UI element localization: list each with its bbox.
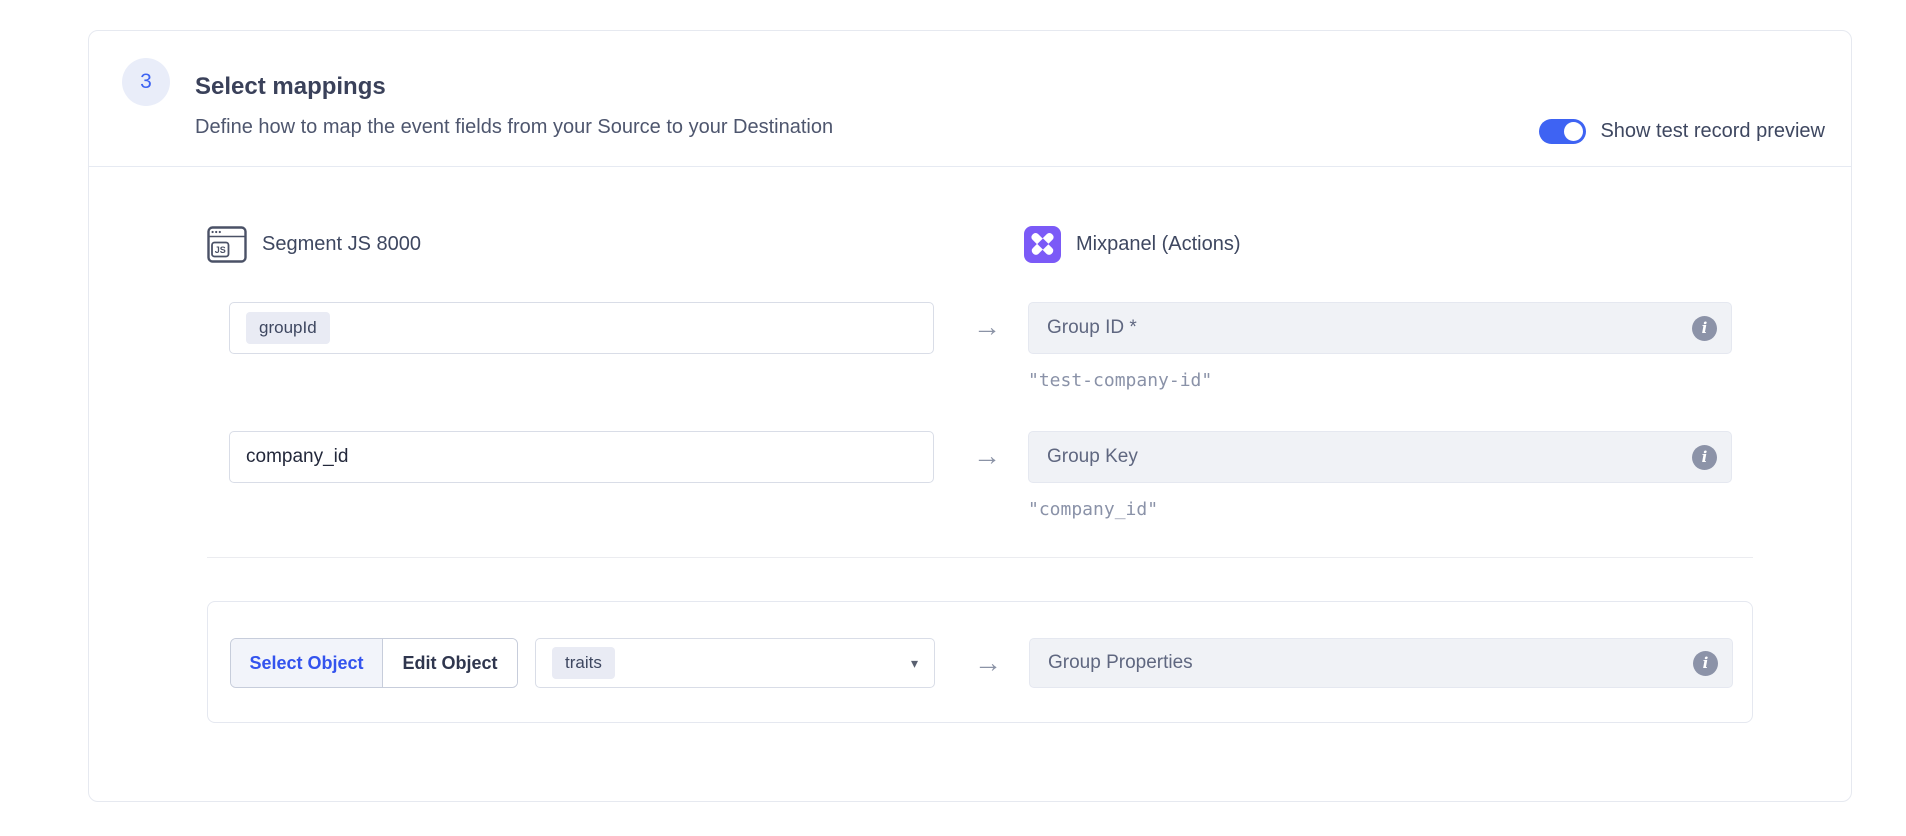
destination-field: Group Properties i bbox=[1029, 638, 1733, 688]
destination-field-label: Group ID * bbox=[1047, 317, 1692, 339]
section-divider bbox=[207, 557, 1753, 558]
step-number-badge: 3 bbox=[122, 58, 170, 106]
toggle-knob bbox=[1564, 122, 1583, 141]
destination-field-label: Group Key bbox=[1047, 446, 1692, 468]
source-column-header: JS Segment JS 8000 bbox=[207, 223, 421, 265]
edit-object-button[interactable]: Edit Object bbox=[383, 639, 517, 687]
object-mode-segmented-control: Select Object Edit Object bbox=[230, 638, 518, 688]
source-field-input[interactable]: groupId bbox=[229, 302, 934, 354]
mapping-row: groupId → Group ID * i bbox=[89, 302, 1851, 354]
show-test-record-preview-toggle[interactable] bbox=[1539, 119, 1586, 144]
destination-field: Group ID * i bbox=[1028, 302, 1732, 354]
info-icon[interactable]: i bbox=[1692, 445, 1717, 470]
info-icon[interactable]: i bbox=[1693, 651, 1718, 676]
destination-name: Mixpanel (Actions) bbox=[1076, 233, 1241, 256]
object-source-token: traits bbox=[552, 647, 615, 679]
source-field-text: company_id bbox=[246, 446, 348, 468]
destination-field-label: Group Properties bbox=[1048, 652, 1693, 674]
destination-field: Group Key i bbox=[1028, 431, 1732, 483]
test-record-preview-value: "company_id" bbox=[1028, 499, 1158, 520]
destination-column-header: Mixpanel (Actions) bbox=[1024, 223, 1241, 265]
source-name: Segment JS 8000 bbox=[262, 233, 421, 256]
source-field-token: groupId bbox=[246, 312, 330, 344]
object-source-dropdown[interactable]: traits ▾ bbox=[535, 638, 935, 688]
arrow-right-icon: → bbox=[951, 302, 1023, 354]
test-record-preview-value: "test-company-id" bbox=[1028, 370, 1212, 391]
toggle-label: Show test record preview bbox=[1600, 120, 1825, 143]
segment-js-browser-icon: JS bbox=[207, 226, 247, 263]
svg-text:JS: JS bbox=[215, 245, 226, 255]
card-header: 3 Select mappings Define how to map the … bbox=[89, 31, 1851, 167]
arrow-right-icon: → bbox=[952, 602, 1024, 724]
select-object-button[interactable]: Select Object bbox=[231, 639, 383, 687]
page-subtitle: Define how to map the event fields from … bbox=[195, 116, 833, 139]
arrow-right-icon: → bbox=[951, 431, 1023, 483]
source-field-input[interactable]: company_id bbox=[229, 431, 934, 483]
test-preview-toggle-group: Show test record preview bbox=[1539, 117, 1825, 145]
object-mapping-box: Select Object Edit Object traits ▾ → Gro… bbox=[207, 601, 1753, 723]
mixpanel-icon bbox=[1024, 226, 1061, 263]
select-mappings-card: 3 Select mappings Define how to map the … bbox=[88, 30, 1852, 802]
page-title: Select mappings bbox=[195, 73, 386, 101]
chevron-down-icon: ▾ bbox=[911, 655, 918, 672]
info-icon[interactable]: i bbox=[1692, 316, 1717, 341]
mapping-row: company_id → Group Key i bbox=[89, 431, 1851, 483]
